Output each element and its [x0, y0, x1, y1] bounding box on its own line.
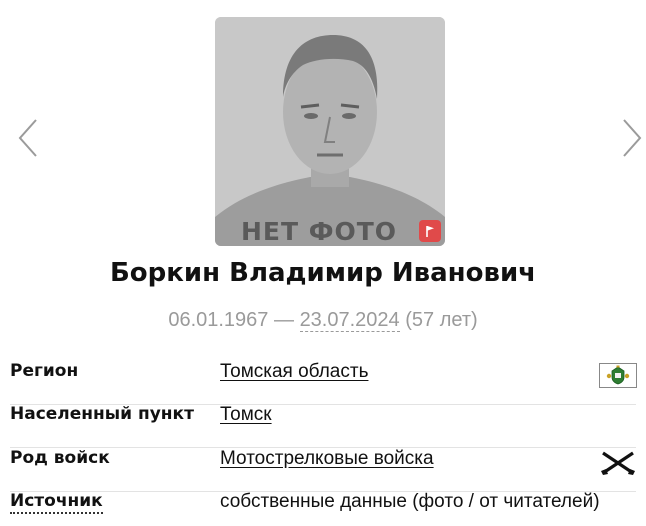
troops-link[interactable]: Мотострелковые войска	[220, 448, 434, 470]
life-dates: 06.01.1967 — 23.07.2024 (57 лет)	[0, 309, 646, 332]
detail-row-source: Источник собственные данные (фото / от ч…	[10, 491, 636, 526]
flag-icon	[426, 226, 434, 237]
source-value: собственные данные (фото / от читателей)	[220, 491, 600, 512]
date-dash: —	[274, 309, 294, 331]
previous-arrow-button[interactable]	[16, 118, 40, 158]
region-emblem-icon	[599, 363, 637, 388]
age: (57 лет)	[405, 309, 478, 331]
chevron-right-icon	[623, 119, 642, 157]
detail-label: Регион	[10, 361, 79, 381]
portrait-silhouette-icon	[215, 17, 445, 246]
detail-row-city: Населенный пункт Томск	[10, 404, 636, 448]
report-flag-button[interactable]	[419, 220, 441, 242]
city-link[interactable]: Томск	[220, 404, 272, 426]
detail-row-troops: Род войск Мотострелковые войска	[10, 448, 636, 492]
source-label[interactable]: Источник	[10, 491, 103, 514]
chevron-left-icon	[18, 119, 37, 157]
death-date: 23.07.2024	[299, 309, 400, 332]
person-name: Боркин Владимир Иванович	[109, 258, 537, 288]
birth-date: 06.01.1967	[168, 309, 269, 331]
detail-label: Населенный пункт	[10, 404, 194, 424]
detail-label: Род войск	[10, 448, 110, 468]
no-photo-label: НЕТ ФОТО	[240, 217, 398, 246]
next-arrow-button[interactable]	[620, 118, 644, 158]
detail-row-region: Регион Томская область	[10, 361, 636, 405]
region-link[interactable]: Томская область	[220, 361, 368, 383]
no-photo-placeholder: НЕТ ФОТО	[215, 17, 445, 246]
crossed-rifles-icon	[600, 450, 636, 476]
